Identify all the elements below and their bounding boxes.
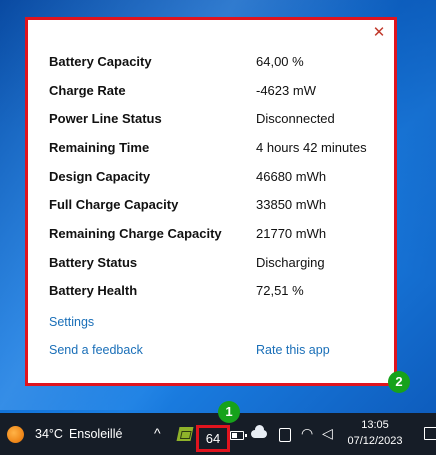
battery-info-popup: ✕ Battery Capacity 64,00 % Charge Rate -… [25,17,397,386]
info-value: 72,51 % [256,283,304,299]
info-row-battery-status: Battery Status Discharging [49,248,389,277]
settings-link[interactable]: Settings [49,315,94,329]
info-value: 64,00 % [256,53,304,69]
rate-app-link[interactable]: Rate this app [256,343,330,357]
info-row-remaining-charge-capacity: Remaining Charge Capacity 21770 mWh [49,219,389,248]
info-value: 21770 mWh [256,225,327,241]
info-row-battery-capacity: Battery Capacity 64,00 % [49,47,389,76]
notification-center-icon[interactable] [424,427,436,440]
system-clock[interactable]: 13:05 07/12/2023 [345,417,405,449]
annotation-badge-1: 1 [218,401,240,423]
info-label: Charge Rate [49,82,126,98]
onedrive-cloud-icon[interactable] [251,425,267,438]
close-button[interactable]: ✕ [370,24,388,42]
info-label: Power Line Status [49,111,162,127]
battery-icon[interactable] [230,431,247,440]
info-label: Battery Status [49,254,138,270]
info-value: -4623 mW [256,82,316,98]
weather-widget[interactable]: 34°C Ensoleillé [35,427,122,441]
speaker-icon[interactable]: ◁ [322,426,333,440]
info-row-full-charge-capacity: Full Charge Capacity 33850 mWh [49,190,389,219]
weather-condition: Ensoleillé [68,427,123,441]
info-row-remaining-time: Remaining Time 4 hours 42 minutes [49,133,389,162]
show-hidden-icons-chevron-icon[interactable]: ^ [154,425,161,441]
info-row-design-capacity: Design Capacity 46680 mWh [49,162,389,191]
send-feedback-link[interactable]: Send a feedback [49,343,143,357]
info-value: 33850 mWh [256,197,327,213]
info-label: Design Capacity [49,168,151,184]
info-value: Disconnected [256,111,335,127]
wifi-icon[interactable]: ◠ [301,426,313,440]
info-value: 46680 mWh [256,168,327,184]
info-row-power-line-status: Power Line Status Disconnected [49,104,389,133]
clock-time: 13:05 [361,419,389,431]
info-value: Discharging [256,254,325,270]
info-label: Full Charge Capacity [49,197,179,213]
info-value: 4 hours 42 minutes [256,139,367,155]
info-row-charge-rate: Charge Rate -4623 mW [49,76,389,105]
taskbar: 34°C Ensoleillé ^ 64 ◠ ◁ 13:05 07/12/2023 [0,413,436,455]
weather-temperature: 34°C [35,427,63,441]
sun-icon[interactable] [7,426,24,443]
info-label: Remaining Time [49,139,150,155]
info-label: Remaining Charge Capacity [49,225,222,241]
info-row-battery-health: Battery Health 72,51 % [49,277,389,306]
annotation-badge-2: 2 [388,371,410,393]
tray-app-icon[interactable] [176,427,194,441]
battery-info-list: Battery Capacity 64,00 % Charge Rate -46… [49,47,389,305]
clock-date: 07/12/2023 [347,435,403,447]
meet-now-icon[interactable] [279,428,291,442]
info-label: Battery Capacity [49,53,152,69]
info-label: Battery Health [49,283,138,299]
battery-percentage-tray-icon[interactable]: 64 [196,425,230,452]
